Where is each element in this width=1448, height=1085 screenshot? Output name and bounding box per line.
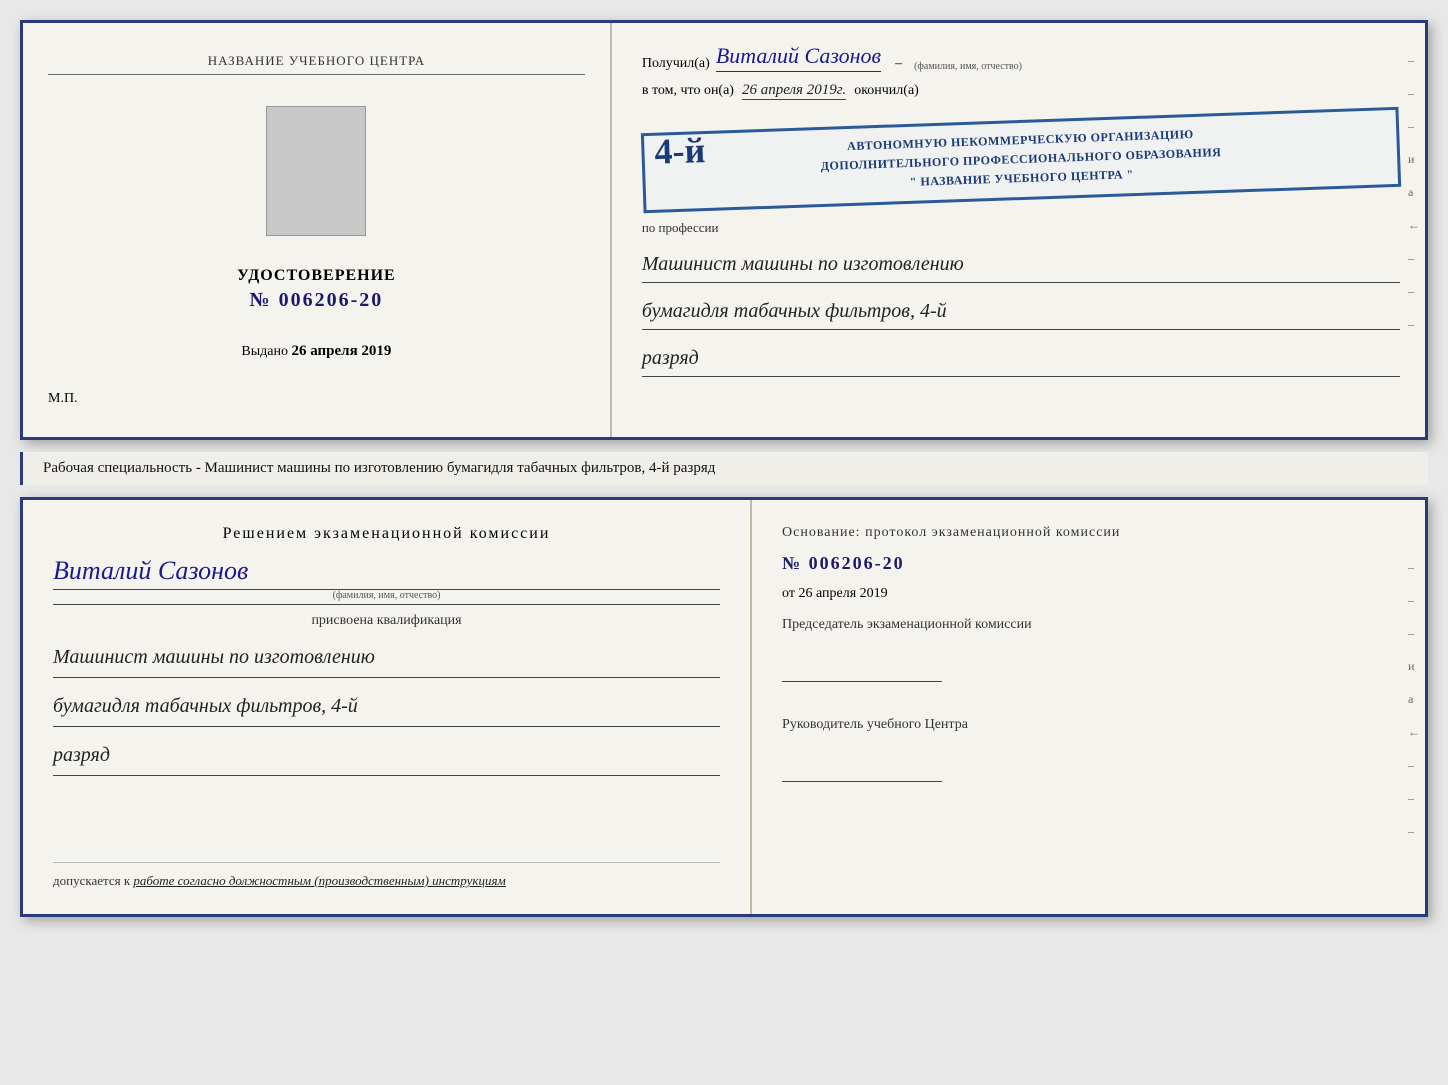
allowed-prefix: допускается к xyxy=(53,873,130,888)
recipient-name-caption: (фамилия, имя, отчество) xyxy=(914,61,1022,72)
from-date-line: от 26 апреля 2019 xyxy=(782,586,1395,602)
commission-right-panel: Основание: протокол экзаменационной коми… xyxy=(752,500,1425,914)
vtom-date: 26 апреля 2019г. xyxy=(742,82,846,100)
certificate-left-panel: НАЗВАНИЕ УЧЕБНОГО ЦЕНТРА УДОСТОВЕРЕНИЕ №… xyxy=(23,23,612,437)
stamp-block: 4-й АВТОНОМНУЮ НЕКОММЕРЧЕСКУЮ ОРГАНИЗАЦИ… xyxy=(641,107,1401,213)
recipient-name: Виталий Сазонов xyxy=(716,43,881,72)
bottom-person-caption: (фамилия, имя, отчество) xyxy=(53,590,720,601)
org-name-label: НАЗВАНИЕ УЧЕБНОГО ЦЕНТРА xyxy=(48,53,585,75)
vtom-line: в том, что он(а) 26 апреля 2019г. окончи… xyxy=(642,82,1400,100)
issued-date: 26 апреля 2019 xyxy=(291,343,391,359)
recipient-line: Получил(а) Виталий Сазонов – (фамилия, и… xyxy=(642,43,1400,72)
middle-text-block: Рабочая специальность - Машинист машины … xyxy=(20,452,1428,485)
middle-text: Рабочая специальность - Машинист машины … xyxy=(43,460,715,476)
bottom-person-name: Виталий Сазонов xyxy=(53,556,720,590)
profession-line3: разряд xyxy=(642,340,1400,377)
profession-line2: бумагидля табачных фильтров, 4-й xyxy=(642,293,1400,330)
osnov-text: Основание: протокол экзаменационной коми… xyxy=(782,525,1395,541)
chairman-signature-line xyxy=(782,662,942,682)
head-signature-line xyxy=(782,762,942,782)
from-label: от xyxy=(782,586,795,601)
allowed-line: допускается к работе согласно должностны… xyxy=(53,873,720,889)
allowed-value: работе согласно должностным (производств… xyxy=(133,873,505,888)
cert-title: УДОСТОВЕРЕНИЕ xyxy=(237,267,396,285)
issued-label: Выдано xyxy=(241,344,288,359)
profession-line1: Машинист машины по изготовлению xyxy=(642,246,1400,283)
right-side-marks: – – – и а ← – – – xyxy=(1408,53,1420,332)
chairman-label: Председатель экзаменационной комиссии xyxy=(782,614,1395,635)
photo-placeholder xyxy=(266,106,366,236)
cert-title-block: УДОСТОВЕРЕНИЕ № 006206-20 xyxy=(237,267,396,312)
profession-label: по профессии xyxy=(642,220,1400,236)
vtom-prefix: в том, что он(а) xyxy=(642,83,734,99)
commission-left-panel: Решением экзаменационной комиссии Витали… xyxy=(23,500,752,914)
bottom-doc-num: № 006206-20 xyxy=(782,553,1395,574)
right-side-marks2: – – – и а ← – – – xyxy=(1408,560,1420,839)
qualification-line2: бумагидля табачных фильтров, 4-й xyxy=(53,686,720,727)
head-label: Руководитель учебного Центра xyxy=(782,714,1395,735)
mp-label: М.П. xyxy=(48,391,78,407)
certificate-document: НАЗВАНИЕ УЧЕБНОГО ЦЕНТРА УДОСТОВЕРЕНИЕ №… xyxy=(20,20,1428,440)
recipient-prefix: Получил(а) xyxy=(642,56,710,72)
okoncil-label: окончил(а) xyxy=(854,83,919,99)
issued-line: Выдано 26 апреля 2019 xyxy=(48,343,585,360)
stamp-number: 4-й xyxy=(654,129,706,173)
from-date-value: 26 апреля 2019 xyxy=(798,586,887,601)
qualification-line3: разряд xyxy=(53,735,720,776)
qualification-line1: Машинист машины по изготовлению xyxy=(53,637,720,678)
commission-document: Решением экзаменационной комиссии Витали… xyxy=(20,497,1428,917)
cert-number: № 006206-20 xyxy=(237,289,396,312)
certificate-right-panel: Получил(а) Виталий Сазонов – (фамилия, и… xyxy=(612,23,1425,437)
assigned-label: присвоена квалификация xyxy=(53,613,720,629)
decision-title: Решением экзаменационной комиссии xyxy=(53,525,720,543)
